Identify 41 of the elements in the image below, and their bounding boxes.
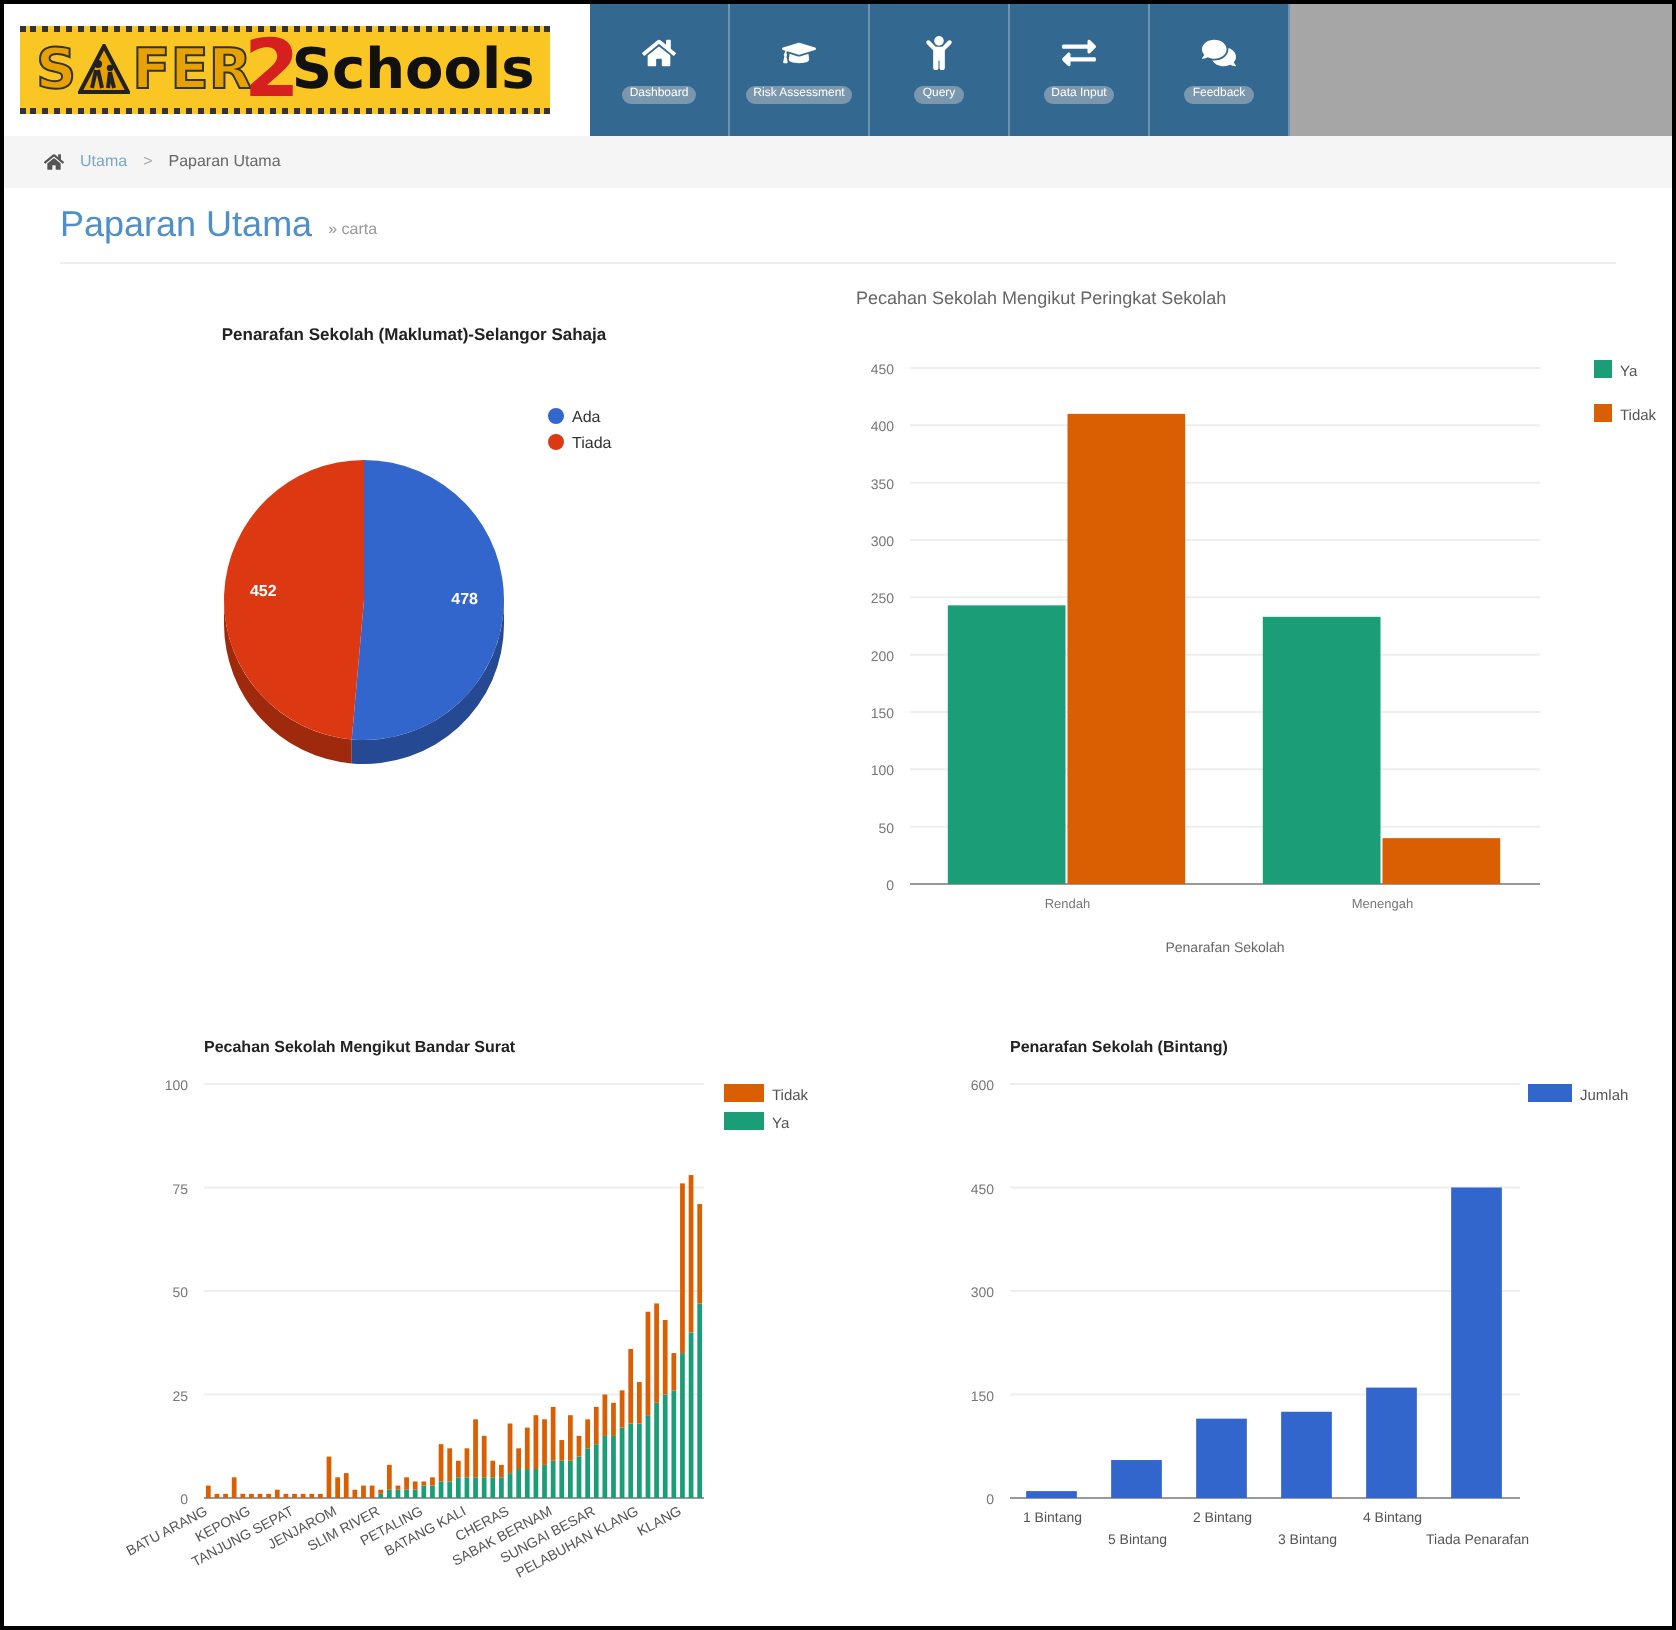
- breadcrumb-separator: >: [143, 150, 153, 174]
- person-icon: [922, 36, 956, 70]
- slice-value-label: 478: [451, 590, 479, 609]
- bar: [343, 1473, 349, 1498]
- bar: [1366, 1387, 1417, 1498]
- bar: [1281, 1411, 1332, 1498]
- swap-arrows-icon: [1062, 36, 1096, 70]
- bar: [335, 1477, 340, 1498]
- page-subtitle: » carta: [328, 217, 378, 241]
- bar: [318, 1493, 323, 1498]
- bar: [223, 1493, 228, 1498]
- bar: [214, 1493, 220, 1498]
- home-icon: [642, 36, 676, 70]
- bar: [361, 1485, 366, 1498]
- chart-title: Penarafan Sekolah (Bintang): [1010, 1038, 1228, 1056]
- bar: [292, 1493, 297, 1498]
- page-title: Paparan Utama: [60, 202, 313, 248]
- legend-label: Ada: [572, 408, 601, 426]
- bar: [1111, 1460, 1162, 1498]
- bar: [240, 1493, 246, 1498]
- pedestrians-sign-icon: [78, 44, 131, 96]
- bar: [249, 1493, 254, 1498]
- bar: [1026, 1491, 1077, 1498]
- slice-value-label: 452: [249, 581, 277, 600]
- chart-title: Penarafan Sekolah (Maklumat)-Selangor Sahaja: [221, 324, 607, 344]
- bar: [352, 1489, 358, 1498]
- bar: [1196, 1418, 1247, 1498]
- breadcrumb-current: Paparan Utama: [168, 150, 281, 174]
- home-icon: [44, 152, 64, 172]
- speech-bubbles-icon: [1202, 36, 1236, 70]
- legend-label: Tiada: [572, 434, 612, 452]
- bar: [326, 1456, 332, 1498]
- bar: [300, 1493, 306, 1498]
- breadcrumb-link[interactable]: Utama: [80, 150, 128, 174]
- logo-text: S: [36, 42, 77, 98]
- chart-title: Pecahan Sekolah Mengikut Bandar Surat: [204, 1038, 516, 1056]
- logo-text: Schools: [291, 42, 535, 98]
- bar: [257, 1493, 263, 1498]
- chart-title: Pecahan Sekolah Mengikut Peringkat Sekolah: [856, 288, 1227, 308]
- bar: [283, 1493, 289, 1498]
- bar: [309, 1493, 315, 1498]
